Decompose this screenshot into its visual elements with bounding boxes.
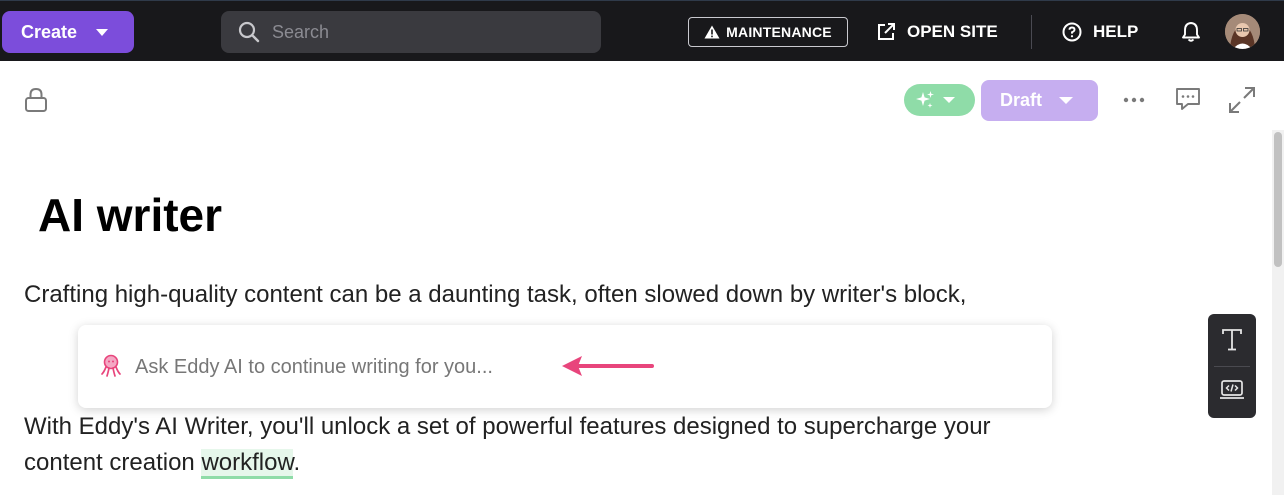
create-button-label: Create — [21, 21, 78, 42]
text-tool-button[interactable] — [1208, 316, 1256, 364]
caret-down-icon — [96, 28, 109, 36]
avatar-image — [1225, 14, 1260, 49]
topbar-divider — [1031, 15, 1032, 49]
external-link-icon — [878, 23, 895, 40]
code-block-icon — [1220, 380, 1244, 399]
maintenance-button[interactable]: MAINTENANCE — [688, 17, 848, 47]
paragraph-2-line-2: content creation workflow. — [24, 445, 991, 481]
paragraph-1-line-1: Crafting high-quality content can be a d… — [24, 281, 967, 308]
sparkles-icon — [916, 91, 934, 108]
expand-icon[interactable] — [1228, 86, 1256, 114]
paragraph-2-period: . — [293, 449, 301, 476]
paragraph-2[interactable]: With Eddy's AI Writer, you'll unlock a s… — [24, 409, 991, 481]
paragraph-1[interactable]: Crafting high-quality content can be a d… — [24, 277, 966, 313]
pointer-arrow-icon — [562, 356, 654, 376]
paragraph-2-line-1: With Eddy's AI Writer, you'll unlock a s… — [24, 413, 991, 440]
comment-icon[interactable] — [1175, 86, 1201, 112]
bell-icon[interactable] — [1180, 21, 1202, 43]
warning-icon — [704, 25, 720, 39]
paragraph-2-text: content creation — [24, 449, 202, 476]
search-box[interactable] — [221, 11, 601, 53]
ai-prompt-input[interactable] — [135, 353, 955, 381]
more-icon[interactable] — [1122, 89, 1146, 111]
help-icon — [1062, 22, 1082, 42]
search-icon — [238, 21, 260, 43]
code-block-tool-button[interactable] — [1208, 366, 1256, 414]
ai-assist-button[interactable] — [904, 84, 975, 116]
help-button[interactable]: HELP — [1062, 19, 1138, 45]
highlighted-word[interactable]: workflow — [201, 449, 294, 479]
search-input[interactable] — [272, 21, 572, 43]
avatar[interactable] — [1225, 14, 1260, 49]
open-site-label: OPEN SITE — [907, 22, 998, 41]
draft-status-button[interactable]: Draft — [981, 80, 1098, 121]
top-navigation-bar: Create MAINTENANCE OPEN SITE — [0, 0, 1284, 61]
create-button[interactable]: Create — [2, 11, 134, 53]
caret-down-icon — [1059, 97, 1074, 104]
side-tool-panel — [1208, 314, 1256, 418]
text-icon — [1222, 329, 1242, 351]
scrollbar-thumb[interactable] — [1274, 132, 1282, 267]
maintenance-label: MAINTENANCE — [726, 24, 832, 40]
caret-down-icon — [943, 97, 955, 103]
lock-icon[interactable] — [24, 87, 48, 113]
document-title[interactable]: AI writer — [38, 186, 222, 244]
eddy-octopus-icon — [101, 354, 121, 377]
draft-status-label: Draft — [1000, 90, 1043, 110]
open-site-link[interactable]: OPEN SITE — [876, 19, 998, 45]
help-label: HELP — [1093, 22, 1139, 41]
